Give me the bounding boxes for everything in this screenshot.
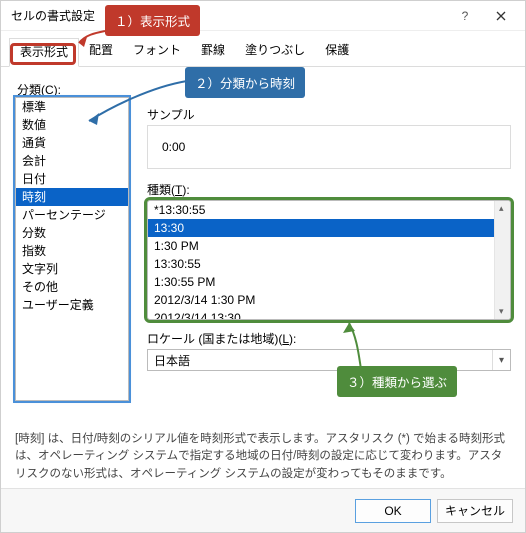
- category-listbox[interactable]: 標準 数値 通貨 会計 日付 時刻 パーセンテージ 分数 指数 文字列 その他 …: [15, 97, 129, 401]
- type-listbox[interactable]: *13:30:55 13:30 1:30 PM 13:30:55 1:30:55…: [147, 200, 511, 320]
- tab-border[interactable]: 罫線: [191, 37, 235, 66]
- type-item-4[interactable]: 1:30:55 PM: [148, 273, 510, 291]
- tab-number-format[interactable]: 表示形式: [9, 38, 79, 67]
- category-item-special[interactable]: その他: [16, 278, 128, 296]
- tab-fill[interactable]: 塗りつぶし: [235, 37, 315, 66]
- tab-font[interactable]: フォント: [123, 37, 191, 66]
- type-item-3[interactable]: 13:30:55: [148, 255, 510, 273]
- category-item-time[interactable]: 時刻: [16, 188, 128, 206]
- type-label: 種類(T):: [147, 181, 511, 198]
- category-item-text[interactable]: 文字列: [16, 260, 128, 278]
- category-item-number[interactable]: 数値: [16, 116, 128, 134]
- window-title: セルの書式設定: [11, 7, 447, 24]
- category-item-scientific[interactable]: 指数: [16, 242, 128, 260]
- category-item-standard[interactable]: 標準: [16, 98, 128, 116]
- tab-bar: 表示形式 配置 フォント 罫線 塗りつぶし 保護: [1, 31, 525, 67]
- sample-value: 0:00: [162, 140, 185, 154]
- locale-value: 日本語: [148, 352, 492, 369]
- category-item-percentage[interactable]: パーセンテージ: [16, 206, 128, 224]
- type-item-1[interactable]: 13:30: [148, 219, 510, 237]
- close-icon: [496, 11, 506, 21]
- ok-button[interactable]: OK: [355, 499, 431, 523]
- description-text: [時刻] は、日付/時刻のシリアル値を時刻形式で表示します。アスタリスク (*)…: [15, 431, 511, 483]
- category-item-date[interactable]: 日付: [16, 170, 128, 188]
- category-item-accounting[interactable]: 会計: [16, 152, 128, 170]
- category-item-fraction[interactable]: 分数: [16, 224, 128, 242]
- chevron-down-icon: ▾: [492, 350, 510, 370]
- titlebar: セルの書式設定 ?: [1, 1, 525, 31]
- close-button[interactable]: [483, 3, 519, 29]
- category-item-custom[interactable]: ユーザー定義: [16, 296, 128, 314]
- category-item-currency[interactable]: 通貨: [16, 134, 128, 152]
- tab-alignment[interactable]: 配置: [79, 37, 123, 66]
- type-item-6[interactable]: 2012/3/14 13:30: [148, 309, 510, 320]
- right-pane: サンプル 0:00 種類(T): *13:30:55 13:30 1:30 PM…: [147, 100, 511, 371]
- sample-label: サンプル: [147, 100, 511, 123]
- type-item-5[interactable]: 2012/3/14 1:30 PM: [148, 291, 510, 309]
- locale-select[interactable]: 日本語 ▾: [147, 349, 511, 371]
- dialog-window: セルの書式設定 ? 表示形式 配置 フォント 罫線 塗りつぶし 保護 分類(C)…: [0, 0, 526, 533]
- help-button[interactable]: ?: [447, 3, 483, 29]
- sample-box: 0:00: [147, 125, 511, 169]
- category-label: 分類(C):: [17, 81, 511, 98]
- tab-protection[interactable]: 保護: [315, 37, 359, 66]
- type-item-0[interactable]: *13:30:55: [148, 201, 510, 219]
- cancel-button[interactable]: キャンセル: [437, 499, 513, 523]
- dialog-footer: OK キャンセル: [1, 488, 525, 532]
- type-scrollbar[interactable]: [494, 201, 510, 319]
- dialog-body: 分類(C): 標準 数値 通貨 会計 日付 時刻 パーセンテージ 分数 指数 文…: [1, 67, 525, 381]
- locale-label: ロケール (国または地域)(L):: [147, 330, 511, 347]
- type-item-2[interactable]: 1:30 PM: [148, 237, 510, 255]
